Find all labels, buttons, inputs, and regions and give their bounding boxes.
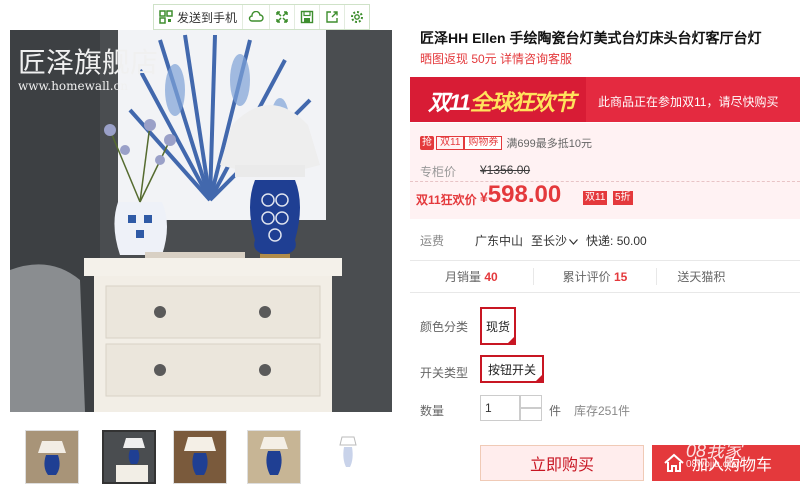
sales-stats: 月销量 40 累计评价 15 送天猫积	[410, 260, 800, 293]
shipping-method: 快递: 50.00	[586, 234, 647, 248]
thumbnail-strip	[25, 430, 375, 484]
cloud-icon	[248, 11, 264, 22]
shipping-row: 运费 广东中山 至长沙 快递: 50.00	[420, 232, 655, 249]
monthly-sales: 月销量 40	[410, 268, 534, 285]
store-url-watermark: www.homewall.cn	[18, 79, 128, 93]
gear-icon	[351, 11, 364, 23]
discount-tag: 5折	[613, 191, 633, 205]
price-divider	[410, 181, 800, 182]
total-reviews-label: 累计评价	[562, 270, 611, 284]
tmall-points-label: 送天猫积	[677, 270, 726, 284]
quantity-increase-button[interactable]	[520, 395, 542, 408]
stock-count: 库存251件	[574, 404, 631, 418]
save-button[interactable]	[295, 5, 321, 29]
shipping-destination: 至长沙	[531, 234, 568, 248]
site-watermark-title: 08我家	[686, 441, 743, 461]
shipping-from: 广东中山	[475, 234, 524, 248]
switch-option-label: 开关类型	[420, 366, 469, 380]
original-price-label: 专柜价	[420, 165, 457, 179]
thumbnail-image	[26, 431, 78, 483]
settings-button[interactable]	[345, 5, 369, 29]
double11-logo-a: 双11	[428, 90, 471, 115]
thumbnail-image	[248, 431, 300, 483]
coupon-double11-badge: 双11	[436, 136, 465, 150]
banner-message: 此商品正在参加双11，请尽快购买	[598, 95, 779, 109]
thumbnail-5[interactable]	[321, 430, 375, 484]
thumbnail-image	[104, 432, 154, 482]
quantity-unit: 件	[549, 404, 562, 418]
buy-now-label: 立即购买	[529, 457, 594, 474]
chevron-down-icon	[569, 239, 578, 245]
sale-price-label: 双11狂欢价	[416, 193, 477, 207]
quantity-input[interactable]: 1	[480, 395, 520, 421]
thumbnail-image	[322, 431, 374, 483]
selected-check-icon	[534, 373, 544, 383]
buy-now-button[interactable]: 立即购买	[480, 445, 644, 481]
share-icon	[326, 11, 338, 23]
selected-check-icon	[506, 335, 516, 345]
site-watermark: 08我家 08wojia.com	[686, 441, 743, 472]
thumbnail-4[interactable]	[247, 430, 301, 484]
thumbnail-2[interactable]	[102, 430, 156, 484]
color-option-label: 颜色分类	[420, 320, 469, 334]
coupon-text: 满699最多抵10元	[506, 138, 592, 150]
share-toolbar: 发送到手机	[153, 4, 371, 30]
double11-logo: 双11全球狂欢节	[428, 85, 576, 117]
double11-price-tag: 双11	[583, 191, 608, 205]
product-title: 匠泽HH Ellen 手绘陶瓷台灯美式台灯床头台灯客厅台灯	[420, 30, 762, 46]
shipping-label: 运费	[420, 234, 445, 248]
monthly-sales-value: 40	[484, 270, 498, 284]
send-to-phone-button[interactable]: 发送到手机	[154, 5, 244, 29]
total-reviews-value: 15	[614, 270, 628, 284]
thumbnail-1[interactable]	[25, 430, 79, 484]
thumbnail-3[interactable]	[173, 430, 227, 484]
switch-option-value: 按钮开关	[487, 362, 536, 377]
cloud-button[interactable]	[243, 5, 271, 29]
color-option-selected[interactable]: 现货	[480, 307, 516, 345]
coupon-type-badge: 购物券	[464, 136, 503, 150]
save-icon	[300, 10, 314, 24]
send-to-phone-label: 发送到手机	[177, 10, 238, 25]
switch-option-selected[interactable]: 按钮开关	[480, 355, 544, 383]
store-name-watermark: 匠泽旗舰店	[18, 46, 158, 79]
shipping-destination-select[interactable]: 至长沙	[531, 232, 578, 249]
share-button[interactable]	[320, 5, 346, 29]
quantity-label: 数量	[420, 404, 445, 418]
fullscreen-button[interactable]	[270, 5, 296, 29]
monthly-sales-label: 月销量	[444, 270, 481, 284]
tmall-points: 送天猫积	[657, 268, 800, 285]
coupon-row[interactable]: 抢 双11 购物券 满699最多抵10元	[420, 135, 592, 151]
quantity-decrease-button[interactable]	[520, 408, 542, 421]
phone-qr-icon	[159, 10, 173, 24]
sale-price: ¥598.00	[480, 181, 561, 209]
product-subtitle: 晒图返现 50元 详情咨询客服	[420, 52, 573, 66]
site-watermark-url: 08wojia.com	[686, 459, 742, 470]
price-box: 抢 双11 购物券 满699最多抵10元 专柜价 ¥1356.00 双11狂欢价…	[410, 123, 800, 219]
original-price: ¥1356.00	[480, 163, 531, 177]
coupon-grab-badge: 抢	[420, 136, 434, 150]
expand-icon	[276, 11, 288, 23]
home-icon	[664, 453, 684, 472]
sale-currency: ¥	[480, 189, 488, 205]
total-reviews[interactable]: 累计评价 15	[534, 268, 658, 285]
thumbnail-image	[174, 431, 226, 483]
main-product-image[interactable]: 匠泽旗舰店 www.homewall.cn	[10, 30, 392, 412]
double11-banner: 双11全球狂欢节 此商品正在参加双11，请尽快购买	[410, 77, 800, 122]
color-option-value: 现货	[485, 319, 510, 334]
sale-price-value: 598.00	[487, 181, 562, 208]
lamp-photo: 匠泽旗舰店 www.homewall.cn	[10, 30, 392, 412]
double11-logo-b: 全球狂欢节	[469, 90, 576, 115]
